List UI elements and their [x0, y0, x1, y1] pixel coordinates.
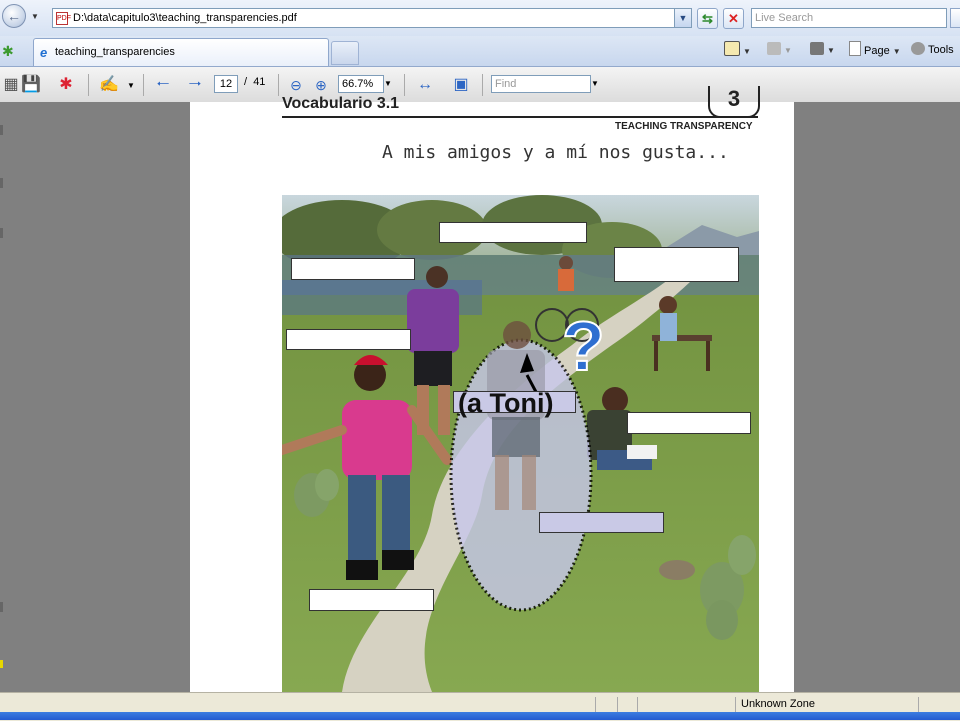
zoom-in-icon[interactable]: ⊕	[310, 74, 332, 96]
save-icon[interactable]: 💾	[20, 74, 42, 96]
fit-page-icon[interactable]: ▣	[450, 74, 472, 96]
gear-icon	[911, 42, 925, 55]
url-field[interactable]: PDF D:\data\capitulo3\teaching_transpare…	[52, 8, 692, 28]
chevron-down-icon: ▼	[743, 47, 751, 56]
find-dropdown-icon[interactable]: ▼	[591, 75, 601, 93]
sidebar-handle[interactable]	[0, 228, 3, 238]
status-divider	[595, 697, 596, 713]
url-text: D:\data\capitulo3\teaching_transparencie…	[73, 12, 297, 24]
label-blank-box	[286, 329, 411, 350]
zoom-out-icon[interactable]: ⊖	[285, 74, 307, 96]
page-header: Vocabulario 3.1	[282, 95, 400, 112]
new-tab-button[interactable]	[331, 41, 359, 65]
sidebar-handle[interactable]	[0, 125, 3, 135]
question-mark: ?	[562, 307, 605, 385]
fit-width-icon[interactable]: ↔	[414, 74, 436, 96]
label-blank-box	[614, 247, 739, 282]
status-divider	[918, 697, 919, 713]
acrobat-tools-icon[interactable]: ✱	[55, 74, 77, 96]
favorites-star-icon[interactable]: ✱	[2, 43, 14, 60]
page-icon	[849, 41, 861, 56]
chevron-down-icon: ▼	[827, 46, 835, 55]
toolbar-separator	[278, 74, 279, 96]
previous-page-icon[interactable]: 🠀	[152, 74, 174, 96]
pdf-file-icon: PDF	[56, 12, 71, 25]
toni-annotation: (a Toni)	[458, 388, 554, 418]
status-divider	[637, 697, 638, 713]
history-dropdown-icon[interactable]: ▼	[31, 12, 39, 21]
total-pages: 41	[253, 76, 266, 88]
header-rule	[282, 116, 758, 118]
printer-icon	[810, 42, 824, 55]
label-blank-box	[539, 512, 664, 533]
zoom-input[interactable]: 66.7%	[338, 75, 384, 93]
page-separator: /	[244, 76, 248, 88]
teaching-transparency-label: TEACHING TRANSPARENCY	[615, 121, 753, 132]
chevron-down-icon: ▼	[784, 46, 792, 55]
page-subtitle: A mis amigos y a mí nos gusta...	[382, 142, 729, 163]
toolbar-separator	[482, 74, 483, 96]
label-blank-box	[627, 412, 751, 434]
url-dropdown-icon[interactable]: ▼	[674, 9, 691, 27]
ie-page-icon: e	[40, 45, 48, 60]
label-blank-box	[439, 222, 587, 243]
zoom-dropdown-icon[interactable]: ▼	[384, 75, 394, 93]
label-blank-box	[291, 258, 415, 280]
page-menu-label: Page	[864, 45, 890, 57]
back-button[interactable]: ←	[2, 4, 26, 28]
windows-taskbar	[0, 712, 960, 720]
page-number-input[interactable]: 12	[214, 75, 238, 93]
page-count: / 41	[244, 76, 265, 88]
find-input[interactable]: Find	[491, 75, 591, 93]
home-button[interactable]: ▼	[724, 41, 751, 59]
security-zone-label: Unknown Zone	[741, 698, 815, 710]
toolbar-separator	[143, 74, 144, 96]
sidebar-marker	[0, 660, 3, 668]
toolbar-separator	[88, 74, 89, 96]
pdf-toolbar	[0, 67, 960, 103]
search-input[interactable]: Live Search	[751, 8, 947, 28]
print-button[interactable]: ▼	[810, 41, 835, 59]
open-icon[interactable]: ▦	[0, 74, 22, 96]
rss-feed-icon	[767, 42, 781, 55]
sidebar-handle[interactable]	[0, 178, 3, 188]
tab-title: teaching_transparencies	[55, 46, 175, 58]
stop-button[interactable]: ✕	[723, 8, 744, 29]
feeds-button[interactable]: ▼	[767, 41, 792, 59]
next-page-icon[interactable]: 🠂	[184, 74, 206, 96]
tools-menu-label: Tools	[928, 44, 954, 56]
search-button[interactable]	[950, 8, 960, 28]
refresh-button[interactable]: ⇆	[697, 8, 718, 29]
tab-teaching-transparencies[interactable]: e teaching_transparencies	[33, 38, 329, 66]
home-icon	[724, 41, 740, 56]
chevron-down-icon[interactable]: ▼	[127, 81, 135, 90]
page-menu[interactable]: Page ▼	[849, 41, 901, 59]
chevron-down-icon: ▼	[892, 47, 901, 56]
tools-menu[interactable]: Tools	[911, 41, 954, 59]
toolbar-separator	[404, 74, 405, 96]
sidebar-handle[interactable]	[0, 602, 3, 612]
hand-select-icon[interactable]: ✍	[98, 74, 120, 96]
label-blank-box	[309, 589, 434, 611]
status-divider	[735, 697, 736, 713]
status-divider	[617, 697, 618, 713]
chapter-number: 3	[708, 86, 760, 118]
